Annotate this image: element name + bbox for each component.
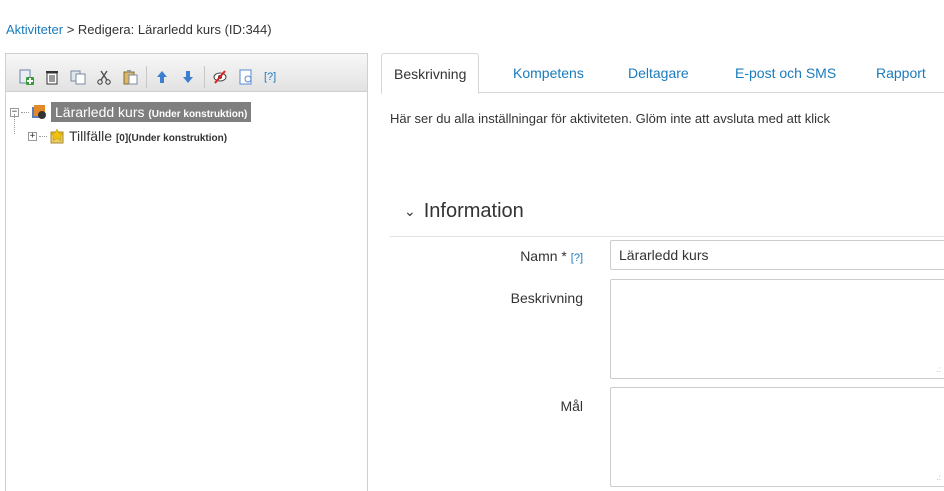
- paste-icon[interactable]: [120, 67, 140, 87]
- description-textarea[interactable]: .:: [610, 279, 944, 379]
- tree-toolbar: [?]: [6, 54, 367, 92]
- section-information-header[interactable]: ⌄ Information: [404, 200, 524, 223]
- occasion-icon: [50, 128, 64, 144]
- breadcrumb-current: Redigera: Lärarledd kurs (ID:344): [77, 22, 272, 37]
- tree-node-root: − Lärarledd kurs (Under konstruktion): [10, 100, 367, 124]
- tree-node-root-status: (Under konstruktion): [148, 109, 248, 120]
- cut-icon[interactable]: [94, 67, 114, 87]
- name-label: Namn * [?]: [383, 248, 583, 264]
- goal-label: Mål: [560, 398, 583, 414]
- chevron-down-icon: ⌄: [404, 203, 416, 219]
- delete-icon[interactable]: [42, 67, 62, 87]
- tree-node-child-title: Tillfälle: [69, 128, 113, 144]
- toolbar-help-link[interactable]: [?]: [264, 71, 276, 83]
- expand-icon[interactable]: +: [28, 131, 37, 141]
- tab-rapport[interactable]: Rapport: [864, 53, 938, 93]
- hide-icon[interactable]: [210, 67, 230, 87]
- toolbar-separator: [204, 66, 205, 88]
- tree-node-child-label[interactable]: Tillfälle [0](Under konstruktion): [69, 126, 231, 146]
- intro-text: Här ser du alla inställningar för aktivi…: [390, 111, 831, 126]
- tree-connector: [39, 135, 47, 137]
- course-icon: [32, 105, 46, 119]
- name-label-text: Namn *: [520, 248, 567, 264]
- breadcrumb-separator: >: [63, 22, 78, 37]
- resize-grip-icon[interactable]: .:: [937, 365, 941, 374]
- tree-node-child-status: [0](Under konstruktion): [115, 133, 228, 144]
- activity-tree-panel: [?] − Lärarledd kurs (Under konstruktion…: [5, 53, 368, 491]
- copy-icon[interactable]: [68, 67, 88, 87]
- goal-textarea[interactable]: .:: [610, 387, 944, 487]
- move-down-icon[interactable]: [178, 67, 198, 87]
- tab-beskrivning[interactable]: Beskrivning: [381, 53, 480, 94]
- breadcrumb-link-activities[interactable]: Aktiviteter: [6, 22, 63, 37]
- preview-icon[interactable]: [236, 67, 256, 87]
- tree-node-child: + Tillfälle [0](Under konstruktion): [10, 124, 367, 148]
- name-help-link[interactable]: [?]: [571, 252, 583, 264]
- tree-node-root-title: Lärarledd kurs: [55, 104, 145, 120]
- tab-deltagare[interactable]: Deltagare: [616, 53, 701, 93]
- description-label: Beskrivning: [510, 290, 583, 306]
- tree-node-root-label[interactable]: Lärarledd kurs (Under konstruktion): [51, 102, 252, 122]
- breadcrumb: Aktiviteter > Redigera: Lärarledd kurs (…: [6, 22, 272, 37]
- resize-grip-icon[interactable]: .:: [937, 473, 941, 482]
- tab-bar: Beskrivning Kompetens Deltagare E-post o…: [381, 53, 944, 94]
- tab-epost-sms[interactable]: E-post och SMS: [723, 53, 848, 93]
- tab-kompetens[interactable]: Kompetens: [501, 53, 596, 93]
- section-title: Information: [423, 200, 524, 222]
- activity-tree: − Lärarledd kurs (Under konstruktion) + …: [6, 92, 367, 148]
- name-input[interactable]: [610, 240, 944, 270]
- toolbar-separator: [146, 66, 147, 88]
- section-divider: [390, 236, 944, 237]
- add-icon[interactable]: [16, 67, 36, 87]
- tree-connector: [21, 111, 29, 113]
- move-up-icon[interactable]: [152, 67, 172, 87]
